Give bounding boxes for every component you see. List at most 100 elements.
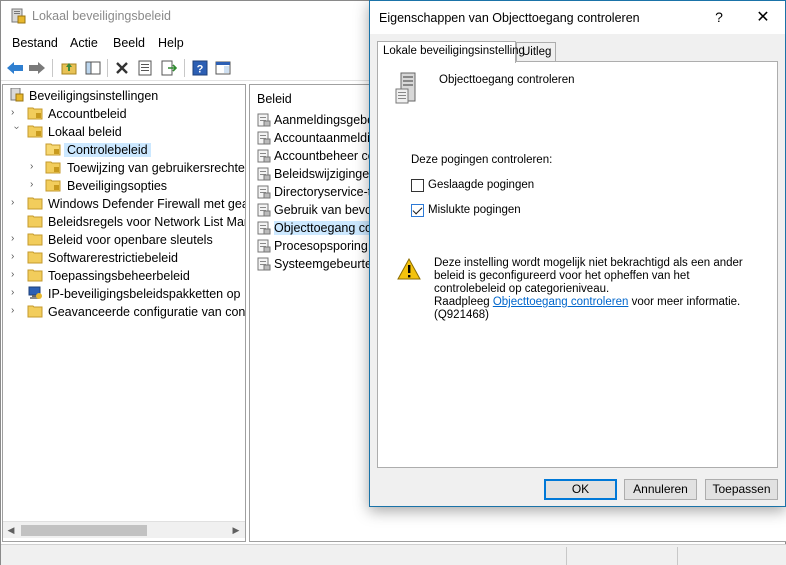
tree-root[interactable]: Beveiligingsinstellingen bbox=[3, 87, 245, 105]
menu-help[interactable]: Help bbox=[158, 36, 184, 50]
folder-lock-icon bbox=[27, 125, 43, 138]
checkbox-checked[interactable] bbox=[411, 204, 424, 217]
policy-icon bbox=[257, 257, 271, 271]
chevron-right-icon[interactable]: › bbox=[11, 305, 21, 317]
checkbox-label[interactable]: Geslaagde pogingen bbox=[428, 179, 534, 191]
server-icon bbox=[395, 72, 416, 104]
tree-item-beveiligingsopties[interactable]: › Beveiligingsopties bbox=[3, 177, 245, 195]
tree-label: Controlebeleid bbox=[64, 143, 151, 157]
up-folder-icon[interactable] bbox=[59, 58, 79, 78]
tree-pane[interactable]: Beveiligingsinstellingen › Accountbeleid… bbox=[2, 84, 246, 542]
tree-item-openbare-sleutels[interactable]: › Beleid voor openbare sleutels bbox=[3, 231, 245, 249]
chevron-right-icon[interactable]: › bbox=[11, 197, 21, 209]
scroll-left-icon[interactable]: ◀ bbox=[4, 524, 18, 537]
apply-button[interactable]: Toepassen bbox=[705, 479, 778, 500]
chevron-right-icon[interactable]: › bbox=[30, 161, 40, 173]
console-icon[interactable] bbox=[213, 58, 233, 78]
scrollbar-thumb[interactable] bbox=[21, 525, 147, 536]
policy-icon bbox=[257, 167, 271, 181]
menu-bestand[interactable]: Bestand bbox=[12, 36, 58, 50]
tree-item-ip-beveiliging[interactable]: › IP-beveiligingsbeleidspakketten op Lo bbox=[3, 285, 246, 303]
tree-item-firewall[interactable]: › Windows Defender Firewall met geava bbox=[3, 195, 246, 213]
tree-item-accountbeleid[interactable]: › Accountbeleid bbox=[3, 105, 245, 123]
tree-label: Windows Defender Firewall met geava bbox=[48, 197, 246, 211]
chevron-right-icon[interactable]: › bbox=[11, 107, 21, 119]
window-title: Lokaal beveiligingsbeleid bbox=[32, 9, 171, 23]
folder-icon bbox=[27, 215, 43, 228]
tree-item-geavanceerde-configuratie[interactable]: › Geavanceerde configuratie van contro bbox=[3, 303, 245, 321]
folder-icon bbox=[27, 251, 43, 264]
toolbar-separator bbox=[107, 59, 108, 77]
chevron-right-icon[interactable]: › bbox=[11, 233, 21, 245]
properties-dialog: Eigenschappen van Objecttoegang controle… bbox=[369, 0, 786, 507]
folder-icon bbox=[27, 305, 43, 318]
tree-label: Toewijzing van gebruikersrechten bbox=[67, 161, 246, 175]
tree-item-toepassingsbeheer[interactable]: › Toepassingsbeheerbeleid bbox=[3, 267, 245, 285]
ok-button[interactable]: OK bbox=[544, 479, 617, 500]
chevron-right-icon[interactable]: › bbox=[11, 251, 21, 263]
dialog-title-bar[interactable]: Eigenschappen van Objecttoegang controle… bbox=[370, 1, 785, 34]
back-icon[interactable] bbox=[5, 58, 25, 78]
tree-label: Softwarerestrictiebeleid bbox=[48, 251, 178, 265]
warning-code: (Q921468) bbox=[434, 309, 489, 321]
warning-prefix: Raadpleeg bbox=[434, 296, 493, 308]
tree-label: IP-beveiligingsbeleidspakketten op Lo bbox=[48, 287, 246, 301]
chevron-right-icon[interactable]: › bbox=[11, 269, 21, 281]
tree-item-softwarerestrictie[interactable]: › Softwarerestrictiebeleid bbox=[3, 249, 245, 267]
help-button[interactable]: ? bbox=[711, 9, 727, 25]
status-bar bbox=[1, 544, 786, 565]
ip-security-icon bbox=[28, 286, 42, 299]
close-icon[interactable]: ✕ bbox=[754, 7, 772, 27]
menu-beeld[interactable]: Beeld bbox=[113, 36, 145, 50]
tree-horizontal-scrollbar[interactable]: ◀ ▶ bbox=[3, 521, 245, 538]
chevron-right-icon[interactable]: › bbox=[11, 287, 21, 299]
tree-label: Lokaal beleid bbox=[48, 125, 122, 139]
delete-icon[interactable] bbox=[112, 58, 132, 78]
tree-item-controlebeleid[interactable]: Controlebeleid bbox=[3, 141, 245, 159]
tree-label: Beveiligingsopties bbox=[67, 179, 168, 193]
show-hide-tree-icon[interactable] bbox=[83, 58, 103, 78]
warning-reference: Raadpleeg Objecttoegang controleren voor… bbox=[434, 296, 759, 309]
warning-suffix: voor meer informatie. bbox=[628, 296, 741, 308]
policy-icon bbox=[257, 203, 271, 217]
folder-open-lock-icon bbox=[45, 143, 61, 156]
warning-message: Deze instelling wordt mogelijk niet bekr… bbox=[434, 257, 743, 295]
toolbar-separator bbox=[184, 59, 185, 77]
security-settings-icon bbox=[10, 88, 24, 102]
help-icon[interactable]: ? bbox=[190, 58, 210, 78]
chevron-down-icon[interactable]: › bbox=[10, 126, 22, 136]
tree-item-network-list[interactable]: Beleidsregels voor Network List Mana bbox=[3, 213, 245, 231]
tree-item-lokaal-beleid[interactable]: › Lokaal beleid bbox=[3, 123, 245, 141]
tree-item-toewijzing[interactable]: › Toewijzing van gebruikersrechten bbox=[3, 159, 246, 177]
dialog-title: Eigenschappen van Objecttoegang controle… bbox=[379, 11, 640, 25]
chevron-right-icon[interactable]: › bbox=[30, 179, 40, 191]
section-label: Deze pogingen controleren: bbox=[411, 154, 553, 166]
menu-actie[interactable]: Actie bbox=[70, 36, 98, 50]
export-icon[interactable] bbox=[159, 58, 179, 78]
policy-icon bbox=[257, 149, 271, 163]
folder-icon bbox=[27, 269, 43, 282]
forward-icon[interactable] bbox=[27, 58, 47, 78]
tab-lokale-beveiligingsinstelling[interactable]: Lokale beveiligingsinstelling bbox=[377, 41, 525, 63]
checkbox-label[interactable]: Mislukte pogingen bbox=[428, 204, 521, 216]
status-separator bbox=[677, 547, 678, 565]
column-header-beleid[interactable]: Beleid bbox=[257, 92, 292, 106]
tree-label: Accountbeleid bbox=[48, 107, 127, 121]
tree-label: Beveiligingsinstellingen bbox=[29, 89, 159, 103]
svg-text:?: ? bbox=[197, 64, 204, 76]
security-policy-icon bbox=[11, 8, 26, 24]
checkbox[interactable] bbox=[411, 179, 424, 192]
warning-text: Deze instelling wordt mogelijk niet bekr… bbox=[434, 257, 759, 322]
folder-lock-icon bbox=[45, 161, 61, 174]
tree-label: Toepassingsbeheerbeleid bbox=[48, 269, 190, 283]
folder-lock-icon bbox=[45, 179, 61, 192]
help-link[interactable]: Objecttoegang controleren bbox=[493, 296, 629, 308]
folder-icon bbox=[27, 233, 43, 246]
policy-name: Objecttoegang controleren bbox=[439, 74, 575, 86]
cancel-button[interactable]: Annuleren bbox=[624, 479, 697, 500]
scroll-right-icon[interactable]: ▶ bbox=[229, 524, 243, 537]
policy-icon bbox=[257, 131, 271, 145]
tree-label: Beleid voor openbare sleutels bbox=[48, 233, 213, 247]
policy-icon bbox=[257, 221, 271, 235]
properties-icon[interactable] bbox=[135, 58, 155, 78]
